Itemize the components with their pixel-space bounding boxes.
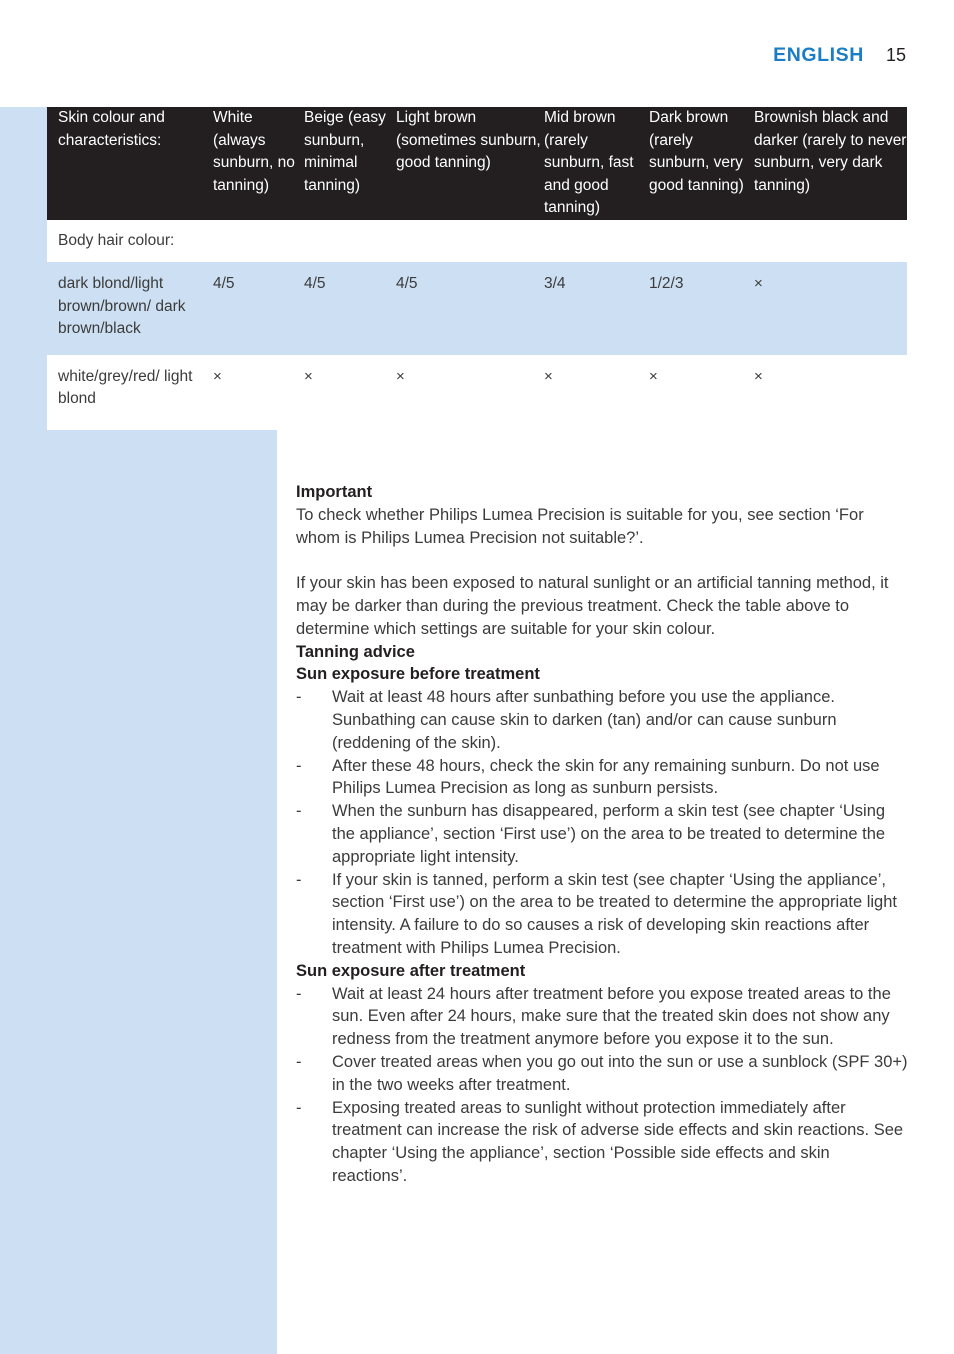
cell-dark-blond-beige: 4/5 bbox=[304, 275, 326, 292]
after-treatment-bullet-list: - Wait at least 24 hours after treatment… bbox=[296, 983, 908, 1188]
body-hair-colour-label: Body hair colour: bbox=[58, 231, 175, 249]
sun-exposure-before-heading: Sun exposure before treatment bbox=[296, 665, 540, 684]
list-item-text: After these 48 hours, check the skin for… bbox=[332, 756, 880, 798]
important-heading: Important bbox=[296, 483, 373, 501]
table-header-cell-light-brown: Light brown (sometimes sunburn, good tan… bbox=[396, 109, 541, 171]
list-item: - Wait at least 48 hours after sunbathin… bbox=[296, 686, 908, 754]
important-paragraph-1: To check whether Philips Lumea Precision… bbox=[296, 505, 864, 547]
table-row: white/grey/red/ light blond × × × × × × bbox=[47, 354, 907, 430]
table-header-cell-mid-brown: Mid brown (rarely sunburn, fast and good… bbox=[544, 109, 634, 216]
cell-white-grey-beige: × bbox=[304, 367, 313, 385]
list-item: - When the sunburn has disappeared, perf… bbox=[296, 800, 908, 868]
cell-white-grey-light-brown: × bbox=[396, 367, 405, 385]
table-header-cell-brownish-black: Brownish black and darker (rarely to nev… bbox=[754, 109, 907, 194]
cell-white-grey-mid-brown: × bbox=[544, 367, 553, 385]
table-row: dark blond/light brown/brown/ dark brown… bbox=[47, 262, 907, 355]
cell-white-grey-brownish-black: × bbox=[754, 367, 763, 385]
list-item-text: Wait at least 48 hours after sunbathing … bbox=[332, 688, 837, 752]
cell-dark-blond-mid-brown: 3/4 bbox=[544, 275, 566, 292]
table-body: Body hair colour: dark blond/light brown… bbox=[47, 219, 907, 430]
table-header: Skin colour and characteristics: White (… bbox=[47, 107, 907, 220]
tanning-advice-heading: Tanning advice bbox=[296, 642, 415, 661]
list-item: - If your skin is tanned, perform a skin… bbox=[296, 869, 908, 960]
list-item-text: If your skin is tanned, perform a skin t… bbox=[332, 870, 897, 957]
bullet-marker: - bbox=[296, 870, 302, 889]
list-item-text: When the sunburn has disappeared, perfor… bbox=[332, 802, 886, 866]
skin-colour-table: Skin colour and characteristics: White (… bbox=[47, 107, 907, 430]
bullet-marker: - bbox=[296, 756, 302, 775]
bullet-marker: - bbox=[296, 688, 302, 707]
bullet-marker: - bbox=[296, 802, 302, 821]
cell-dark-blond-light-brown: 4/5 bbox=[396, 275, 418, 292]
table-row-section-label: Body hair colour: bbox=[47, 219, 907, 262]
table-header-cell-dark-brown: Dark brown (rarely sunburn, very good ta… bbox=[649, 109, 744, 194]
cell-dark-blond-brownish-black: × bbox=[754, 275, 763, 292]
cell-white-grey-dark-brown: × bbox=[649, 367, 658, 385]
list-item-text: Exposing treated areas to sunlight witho… bbox=[332, 1098, 904, 1185]
bullet-marker: - bbox=[296, 984, 302, 1003]
list-item: - After these 48 hours, check the skin f… bbox=[296, 755, 908, 801]
table-header-cell-white: White (always sunburn, no tanning) bbox=[213, 109, 295, 194]
page-header: ENGLISH 15 bbox=[773, 44, 906, 67]
before-treatment-bullet-list: - Wait at least 48 hours after sunbathin… bbox=[296, 686, 908, 960]
list-item: - Exposing treated areas to sunlight wit… bbox=[296, 1097, 908, 1188]
list-item: - Cover treated areas when you go out in… bbox=[296, 1051, 908, 1097]
bullet-marker: - bbox=[296, 1052, 302, 1071]
important-paragraph-2: If your skin has been exposed to natural… bbox=[296, 574, 889, 638]
table-header-cell-characteristics: Skin colour and characteristics: bbox=[58, 109, 165, 149]
page-number: 15 bbox=[885, 45, 906, 65]
table-header-cell-beige: Beige (easy sunburn, minimal tanning) bbox=[304, 109, 386, 194]
cell-dark-blond-white: 4/5 bbox=[213, 275, 235, 292]
main-content: Important To check whether Philips Lumea… bbox=[296, 481, 908, 1188]
language-label: ENGLISH bbox=[773, 44, 864, 66]
row-label-dark-blond: dark blond/light brown/brown/ dark brown… bbox=[58, 275, 186, 337]
cell-dark-blond-dark-brown: 1/2/3 bbox=[649, 275, 684, 292]
table-header-row: Skin colour and characteristics: White (… bbox=[47, 107, 907, 220]
cell-white-grey-white: × bbox=[213, 367, 222, 385]
bullet-marker: - bbox=[296, 1098, 302, 1117]
document-page: ENGLISH 15 Skin colour and characteristi… bbox=[0, 0, 954, 1354]
list-item: - Wait at least 24 hours after treatment… bbox=[296, 983, 908, 1051]
list-item-text: Cover treated areas when you go out into… bbox=[332, 1052, 908, 1094]
list-item-text: Wait at least 24 hours after treatment b… bbox=[332, 984, 891, 1049]
sun-exposure-after-heading: Sun exposure after treatment bbox=[296, 961, 526, 980]
row-label-white-grey: white/grey/red/ light blond bbox=[58, 367, 193, 408]
